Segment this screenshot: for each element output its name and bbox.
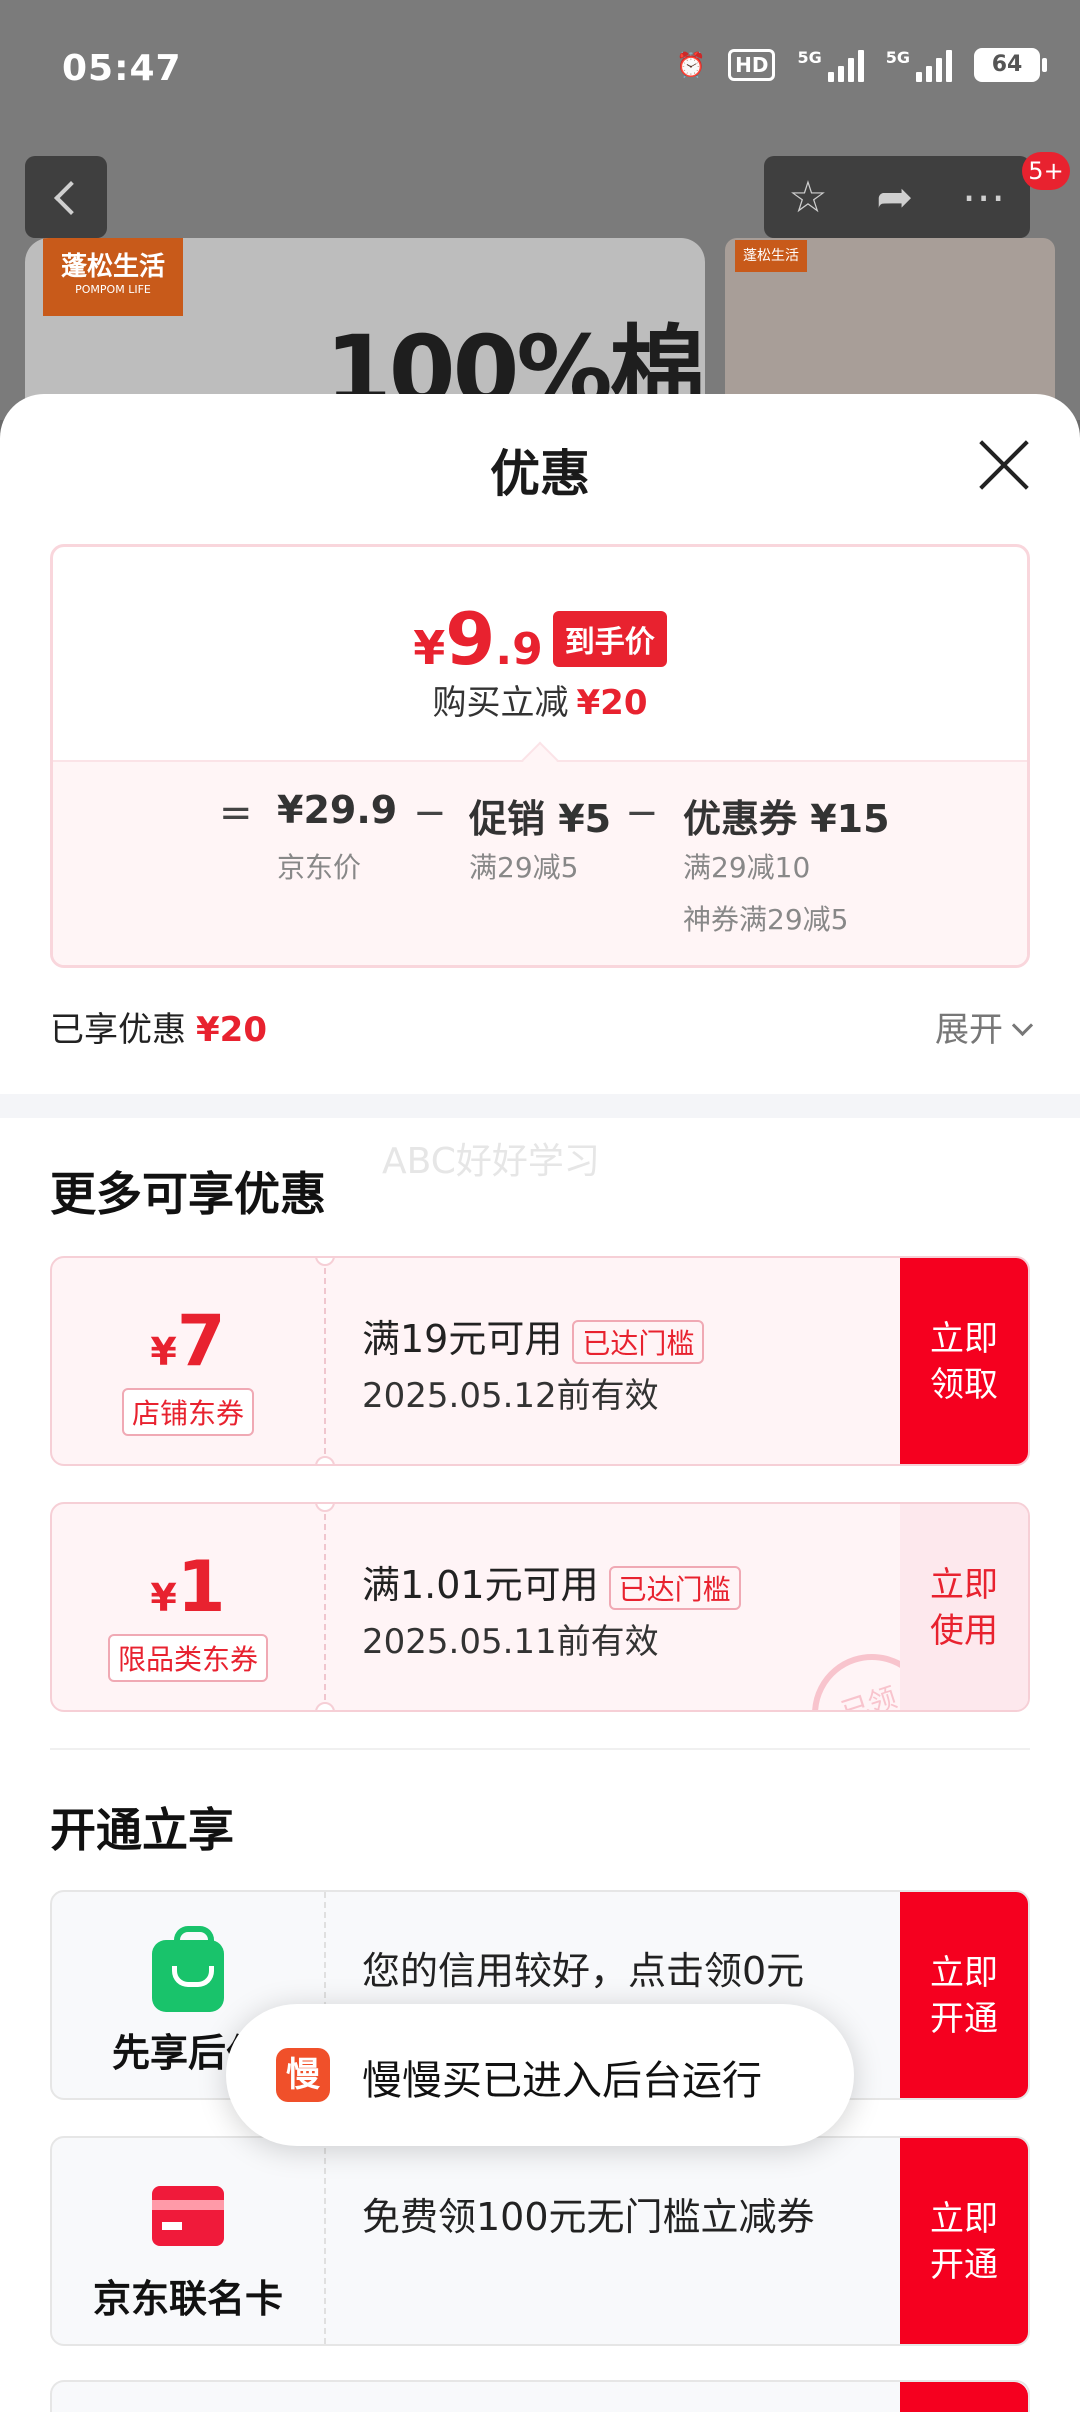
battery-icon: 64 bbox=[974, 48, 1047, 82]
coupon-condition: 满1.01元可用 已达门槛 bbox=[362, 1554, 741, 1610]
coupon-amount: ¥1 bbox=[150, 1546, 226, 1628]
service-card: 京东联名卡 免费领100元无门槛立减券 立即 开通 bbox=[50, 2136, 1030, 2346]
close-button[interactable] bbox=[975, 436, 1033, 494]
base-price-label: 京东价 bbox=[277, 851, 362, 884]
base-price: ¥29.9 bbox=[277, 788, 398, 832]
price-breakdown: = ¥29.9 京东价 − 促销 ¥5 满29减5 − 优惠券 ¥15 满29减… bbox=[53, 760, 1027, 965]
app-icon: 慢 bbox=[276, 2048, 330, 2102]
service-desc: 免费领100元无门槛立减券 bbox=[362, 2195, 815, 2239]
coupon-amount: ¥7 bbox=[150, 1300, 226, 1382]
section-divider bbox=[0, 1094, 1080, 1118]
coupon-card: ¥7 店铺东券 满19元可用 已达门槛 2025.05.12前有效 立即 领取 bbox=[50, 1256, 1030, 1466]
promo-discount: 促销 ¥5 bbox=[469, 797, 612, 841]
alarm-icon: ⏰ bbox=[676, 51, 707, 79]
more-icon[interactable]: ⋯ bbox=[962, 172, 1006, 223]
final-price: ¥9.9 到手价 bbox=[53, 597, 1027, 681]
shopping-bag-icon bbox=[152, 1926, 224, 2012]
nav-actions: ☆ ➦ ⋯ bbox=[764, 156, 1030, 238]
star-icon[interactable]: ☆ bbox=[788, 172, 827, 223]
final-price-tag: 到手价 bbox=[552, 611, 667, 667]
status-time: 05:47 bbox=[62, 48, 182, 89]
use-coupon-button[interactable]: 立即 使用 bbox=[900, 1504, 1028, 1710]
message-badge: 5+ bbox=[1022, 152, 1070, 190]
coupon-type-tag: 店铺东券 bbox=[121, 1388, 254, 1436]
threshold-badge: 已达门槛 bbox=[572, 1319, 705, 1364]
status-bar: 05:47 ⏰ HD 5G 5G 64 bbox=[0, 0, 1080, 140]
divider bbox=[50, 1748, 1030, 1750]
coupon-expiry: 2025.05.11前有效 bbox=[362, 1622, 659, 1662]
back-button[interactable] bbox=[25, 156, 107, 238]
product-banner-2: 蓬松生活 bbox=[725, 238, 1055, 420]
share-icon[interactable]: ➦ bbox=[876, 172, 913, 223]
instant-discount: 购买立减 ¥20 bbox=[432, 683, 648, 723]
background-page: 05:47 ⏰ HD 5G 5G 64 ☆ ➦ ⋯ 5+ 蓬松生活 POMPOM … bbox=[0, 0, 1080, 420]
open-service-button[interactable]: 立即 开通 bbox=[900, 1892, 1028, 2098]
coupon-label-2: 神券满29减5 bbox=[683, 903, 849, 936]
coupon-discount: 优惠券 ¥15 bbox=[683, 797, 890, 841]
service-desc: 您的信用较好，点击领0元 bbox=[362, 1949, 805, 1993]
expand-button[interactable]: 展开 bbox=[935, 1002, 1030, 1051]
price-card: ¥9.9 到手价 购买立减 ¥20 = ¥29.9 京东价 − 促销 ¥5 满29减… bbox=[50, 544, 1030, 968]
watermark: ABC好好学习 bbox=[382, 1141, 600, 1182]
coupon-card: ¥1 限品类东券 满1.01元可用 已达门槛 2025.05.11前有效 已领 立… bbox=[50, 1502, 1030, 1712]
minus-sign: − bbox=[413, 790, 447, 836]
coupon-expiry: 2025.05.12前有效 bbox=[362, 1376, 659, 1416]
coupon-condition: 满19元可用 已达门槛 bbox=[362, 1308, 705, 1364]
promo-label: 满29减5 bbox=[469, 851, 579, 884]
hd-icon: HD bbox=[728, 49, 776, 81]
brand-logo: 蓬松生活 bbox=[735, 240, 807, 272]
toast-notification: 慢 慢慢买已进入后台运行 bbox=[226, 2004, 854, 2146]
toast-text: 慢慢买已进入后台运行 bbox=[362, 2058, 762, 2104]
signal-icon: 5G bbox=[797, 48, 864, 82]
open-services-title: 开通立享 bbox=[50, 1803, 234, 1857]
coupon-label: 满29减10 bbox=[683, 851, 811, 884]
coupon-type-tag: 限品类东券 bbox=[107, 1634, 268, 1682]
product-banner: 蓬松生活 POMPOM LIFE 100%棉 bbox=[25, 238, 705, 420]
brand-logo: 蓬松生活 POMPOM LIFE bbox=[43, 238, 183, 316]
sheet-title: 优惠 bbox=[490, 445, 590, 503]
equals-sign: = bbox=[219, 790, 253, 836]
service-card-partial bbox=[50, 2380, 1030, 2412]
enjoyed-discount: 已享优惠 ¥20 bbox=[50, 1010, 267, 1050]
claim-coupon-button[interactable]: 立即 领取 bbox=[900, 1258, 1028, 1464]
status-icons: ⏰ HD 5G 5G 64 bbox=[676, 48, 1047, 82]
credit-card-icon bbox=[152, 2186, 224, 2246]
minus-sign: − bbox=[625, 790, 659, 836]
more-discounts-title: 更多可享优惠 bbox=[50, 1167, 326, 1221]
open-service-button[interactable]: 立即 开通 bbox=[900, 2138, 1028, 2344]
threshold-badge: 已达门槛 bbox=[608, 1565, 741, 1610]
service-name: 京东联名卡 bbox=[92, 2277, 283, 2321]
signal-icon: 5G bbox=[886, 48, 952, 82]
